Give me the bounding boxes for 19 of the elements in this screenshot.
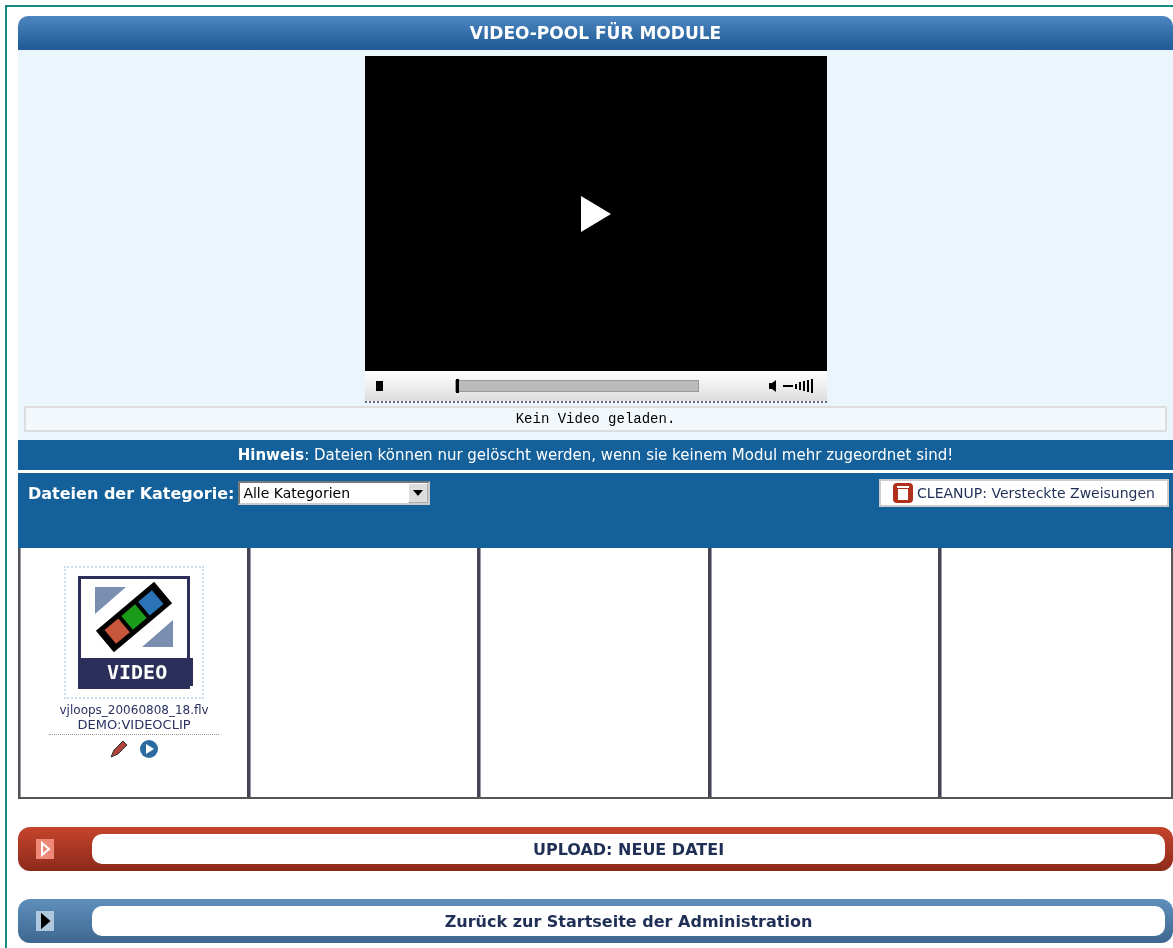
status-text: Kein Video geladen. bbox=[24, 406, 1167, 432]
file-name: vjloops_20060808_18.flv bbox=[59, 703, 209, 717]
cleanup-button[interactable]: CLEANUP: Versteckte Zweisungen bbox=[879, 479, 1169, 507]
trash-icon bbox=[893, 483, 914, 503]
dropdown-arrow-icon bbox=[413, 490, 424, 496]
notice-text: Hinweis: Dateien können nur gelöscht werden, wenn sie keinem Modul mehr zugeordnet sind! bbox=[18, 442, 1173, 473]
play-circle-icon[interactable] bbox=[139, 739, 160, 759]
nav-bar-button[interactable]: UPLOAD: NEUE DATEI bbox=[18, 827, 1173, 871]
nav-bar-button[interactable]: Zurück zur Startseite der Administration bbox=[18, 899, 1173, 943]
category-dropdown[interactable]: Alle Kategorien bbox=[238, 481, 431, 505]
video-thumbnail[interactable]: VIDEO bbox=[64, 566, 205, 699]
file-category: DEMO:VIDEOCLIP bbox=[77, 717, 191, 732]
seek-thumb[interactable] bbox=[455, 379, 459, 393]
play-icon[interactable] bbox=[580, 195, 611, 232]
page-title: VIDEO-POOL FÜR MODULE bbox=[18, 16, 1173, 50]
thumbnail-label: VIDEO bbox=[81, 658, 194, 686]
stop-icon[interactable] bbox=[374, 380, 385, 392]
edit-pencil-icon[interactable] bbox=[109, 739, 130, 759]
category-label: Dateien der Kategorie: bbox=[28, 483, 235, 503]
